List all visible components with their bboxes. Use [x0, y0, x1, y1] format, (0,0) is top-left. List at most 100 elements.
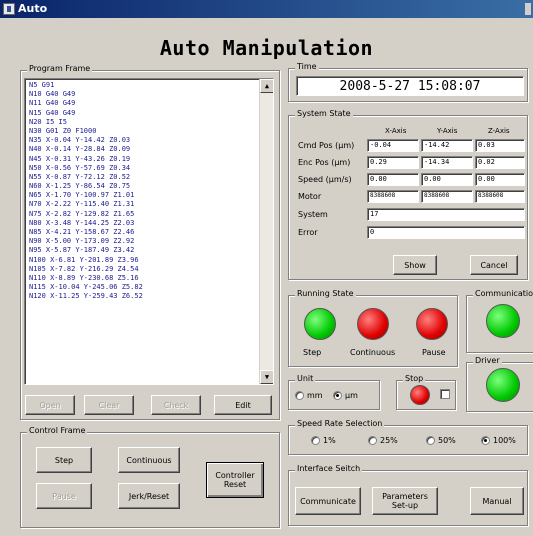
stop-indicator-led: [410, 385, 430, 405]
speed-100-label: 100%: [493, 436, 516, 445]
speed-y: 0.00: [421, 173, 473, 186]
program-line[interactable]: N85 X-4.21 Y-158.67 Z2.46: [29, 228, 257, 237]
program-line[interactable]: N100 X-6.81 Y-201.89 Z3.96: [29, 256, 257, 265]
communicate-button[interactable]: Communicate: [295, 487, 361, 515]
col-y-axis: Y-Axis: [437, 127, 458, 135]
enc-pos-z: 0.02: [475, 156, 525, 169]
speed-z: 0.00: [475, 173, 525, 186]
program-line[interactable]: N45 X-0.31 Y-43.26 Z0.19: [29, 155, 257, 164]
speed-50-radio[interactable]: [426, 436, 435, 445]
program-line[interactable]: N115 X-10.04 Y-245.06 Z5.82: [29, 283, 257, 292]
program-line[interactable]: N10 G40 G49: [29, 90, 257, 99]
continuous-state-label: Continuous: [350, 348, 396, 357]
continuous-button[interactable]: Continuous: [118, 447, 180, 473]
app-icon: [3, 3, 15, 15]
program-line[interactable]: N5 G91: [29, 81, 257, 90]
communication-indicator-led: [486, 304, 520, 338]
program-line[interactable]: N120 X-11.25 Y-259.43 Z6.52: [29, 292, 257, 301]
parameters-setup-button[interactable]: Parameters Set-up: [372, 487, 438, 515]
program-line[interactable]: N20 I5 I5: [29, 118, 257, 127]
enc-pos-label: Enc Pos (μm): [298, 158, 351, 167]
speed-rate-label: Speed Rate Selection: [295, 419, 385, 428]
step-button[interactable]: Step: [36, 447, 92, 473]
program-scrollbar[interactable]: ▲ ▼: [259, 79, 273, 384]
continuous-indicator-led: [357, 308, 389, 340]
pause-state-label: Pause: [422, 348, 446, 357]
speed-100-radio[interactable]: [481, 436, 490, 445]
controller-reset-button[interactable]: Controller Reset: [206, 462, 264, 498]
program-frame-label: Program Frame: [27, 64, 93, 73]
system-state-label: System State: [295, 109, 353, 118]
program-line[interactable]: N35 X-0.04 Y-14.42 Z0.03: [29, 136, 257, 145]
unit-um-radio[interactable]: [333, 391, 342, 400]
program-line[interactable]: N11 G40 G49: [29, 99, 257, 108]
program-line[interactable]: N90 X-5.00 Y-173.09 Z2.92: [29, 237, 257, 246]
stop-label: Stop: [403, 374, 426, 383]
program-line[interactable]: N70 X-2.22 Y-115.40 Z1.31: [29, 200, 257, 209]
open-button[interactable]: Open: [25, 395, 75, 415]
time-label: Time: [295, 62, 319, 71]
jerk-reset-button[interactable]: Jerk/Reset: [118, 483, 180, 509]
program-line[interactable]: N75 X-2.82 Y-129.82 Z1.65: [29, 210, 257, 219]
unit-um-label: μm: [345, 391, 358, 400]
driver-label: Driver: [473, 356, 502, 365]
unit-mm-radio[interactable]: [295, 391, 304, 400]
unit-mm-label: mm: [307, 391, 323, 400]
program-line[interactable]: N65 X-1.70 Y-100.97 Z1.01: [29, 191, 257, 200]
clear-button[interactable]: Clear: [84, 395, 134, 415]
system-code-value: 17: [367, 208, 525, 221]
program-line[interactable]: N50 X-0.56 Y-57.69 Z0.34: [29, 164, 257, 173]
show-button[interactable]: Show: [393, 255, 437, 275]
pause-button[interactable]: Pause: [36, 483, 92, 509]
speed-25-radio[interactable]: [368, 436, 377, 445]
speed-25-label: 25%: [380, 436, 398, 445]
program-line[interactable]: N40 X-0.14 Y-28.84 Z0.09: [29, 145, 257, 154]
program-line[interactable]: N55 X-0.87 Y-72.12 Z0.52: [29, 173, 257, 182]
interface-switch-label: Interface Seitch: [295, 464, 363, 473]
speed-x: 0.00: [367, 173, 419, 186]
error-value: 0: [367, 226, 525, 239]
program-list[interactable]: N5 G91 N10 G40 G49 N11 G40 G49 N15 G40 G49 N…: [24, 78, 274, 385]
scroll-up-arrow-icon[interactable]: ▲: [260, 79, 273, 93]
unit-label: Unit: [295, 374, 316, 383]
close-button[interactable]: [525, 3, 531, 15]
cmd-pos-x: -0.04: [367, 139, 419, 152]
system-code-label: System: [298, 210, 328, 219]
cmd-pos-label: Cmd Pos (μm): [298, 141, 355, 150]
program-line[interactable]: N30 G01 Z0 F1000: [29, 127, 257, 136]
speed-label: Speed (μm/s): [298, 175, 352, 184]
running-state-label: Running State: [295, 289, 356, 298]
program-line[interactable]: N80 X-3.48 Y-144.25 Z2.03: [29, 219, 257, 228]
edit-button[interactable]: Edit: [214, 395, 272, 415]
auto-window: Auto Auto Manipulation Program Frame N5 …: [0, 0, 533, 536]
program-line[interactable]: N110 X-8.89 Y-230.68 Z5.16: [29, 274, 257, 283]
motor-y: 8388608: [421, 190, 473, 203]
communication-label: Communication: [473, 289, 533, 298]
col-x-axis: X-Axis: [385, 127, 407, 135]
stop-checkbox[interactable]: [440, 389, 450, 399]
driver-indicator-led: [486, 368, 520, 402]
cancel-button[interactable]: Cancel: [470, 255, 518, 275]
scroll-down-arrow-icon[interactable]: ▼: [260, 370, 273, 384]
speed-50-label: 50%: [438, 436, 456, 445]
program-lines: N5 G91 N10 G40 G49 N11 G40 G49 N15 G40 G49 N…: [29, 81, 257, 302]
time-display: 2008-5-27 15:08:07: [296, 76, 524, 96]
manual-button[interactable]: Manual: [470, 487, 524, 515]
control-frame-label: Control Frame: [27, 426, 88, 435]
motor-x: 8388608: [367, 190, 419, 203]
page-title: Auto Manipulation: [159, 36, 374, 60]
program-line[interactable]: N105 X-7.82 Y-216.29 Z4.54: [29, 265, 257, 274]
pause-indicator-led: [416, 308, 448, 340]
window-title: Auto: [18, 2, 48, 15]
program-line[interactable]: N60 X-1.25 Y-86.54 Z0.75: [29, 182, 257, 191]
cmd-pos-z: 0.03: [475, 139, 525, 152]
step-indicator-led: [304, 308, 336, 340]
speed-1-radio[interactable]: [311, 436, 320, 445]
cmd-pos-y: -14.42: [421, 139, 473, 152]
check-button[interactable]: Check: [151, 395, 201, 415]
program-line[interactable]: N15 G40 G49: [29, 109, 257, 118]
step-state-label: Step: [303, 348, 322, 357]
enc-pos-x: 0.29: [367, 156, 419, 169]
motor-label: Motor: [298, 192, 322, 201]
program-line[interactable]: N95 X-5.87 Y-187.49 Z3.42: [29, 246, 257, 255]
